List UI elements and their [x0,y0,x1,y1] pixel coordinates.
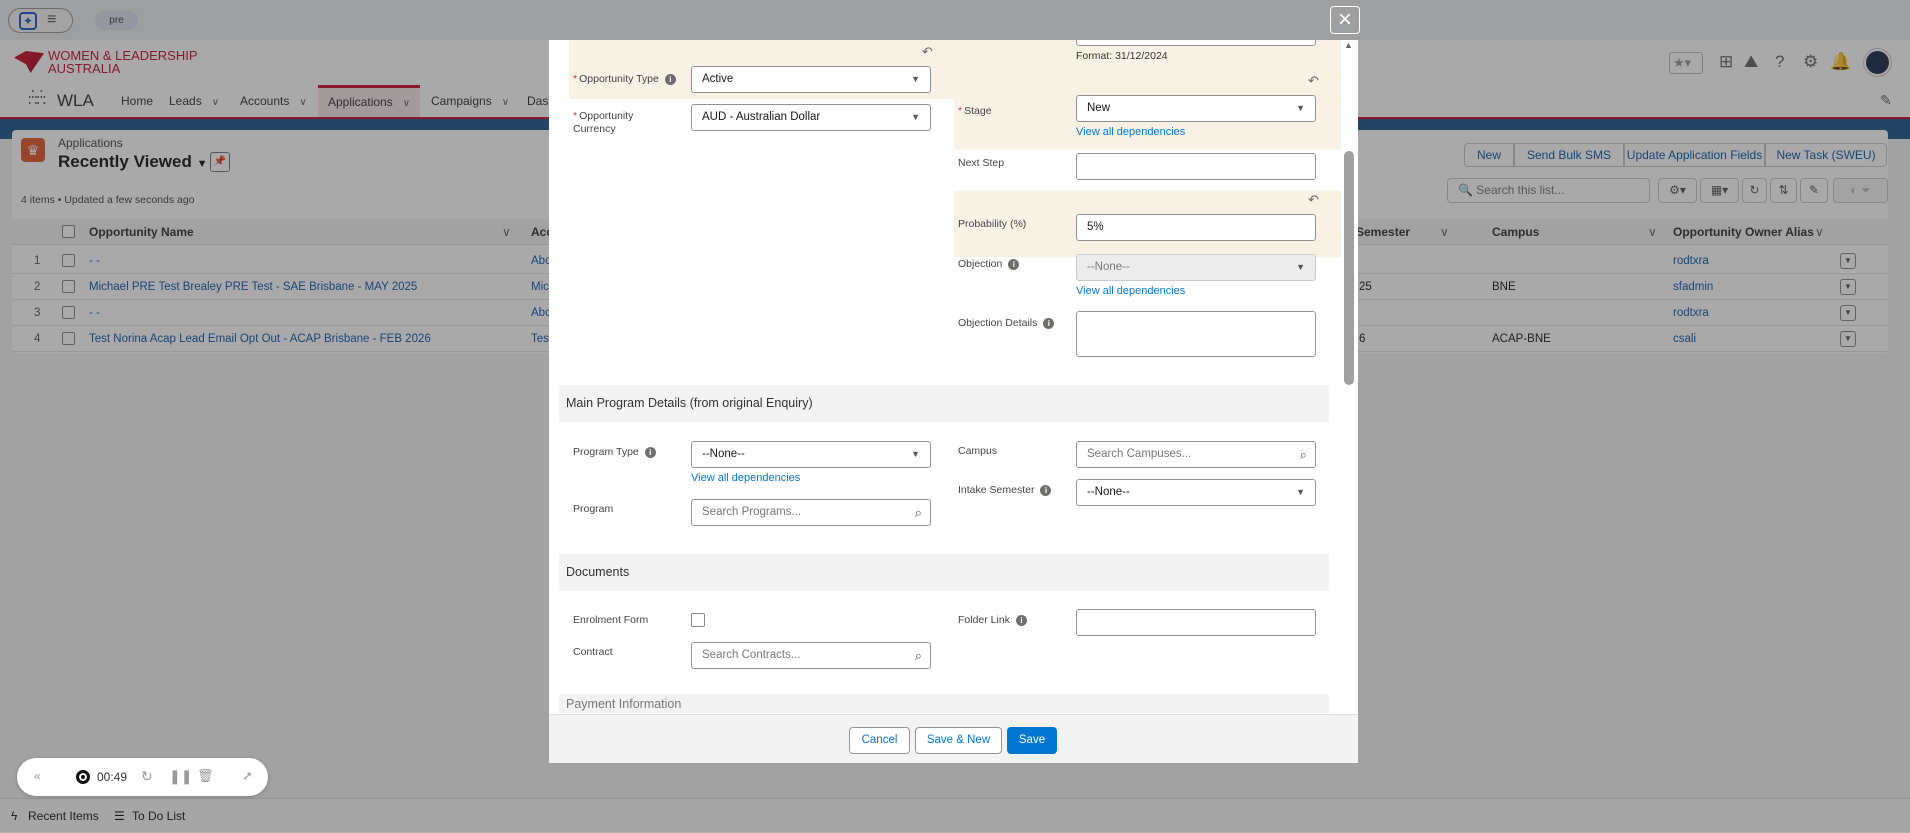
select-value: --None-- [702,448,745,460]
info-icon[interactable]: i [1043,317,1055,329]
undo-icon[interactable]: ↶ [922,44,933,60]
info-icon[interactable]: i [1015,614,1027,626]
save-and-new-button[interactable]: Save & New [915,727,1002,754]
label-text: Program Type [573,446,639,458]
screen-recorder-widget: « 00:49 ↻ ❚❚ 🗑 ➚ [17,758,268,796]
label-text: Opportunity Currency [573,110,634,135]
objection-details-textarea[interactable] [1076,311,1316,357]
delete-trash-icon[interactable]: 🗑 [197,768,214,784]
date-input[interactable] [1076,40,1316,46]
caret-down-icon: ▼ [1296,103,1305,113]
select-value: Active [702,73,734,85]
stage-select[interactable]: New ▼ [1076,95,1316,122]
select-value: New [1087,102,1111,114]
next-step-input[interactable] [1076,153,1316,180]
intake-semester-label: Intake Semester i [958,484,1052,497]
opportunity-type-select[interactable]: Active ▼ [691,66,931,93]
label-text: Objection [958,258,1003,270]
select-value: --None-- [1087,486,1130,498]
program-type-select[interactable]: --None-- ▼ [691,441,931,468]
opportunity-currency-label: * Opportunity Currency [573,110,634,135]
placeholder: Search Contracts... [702,649,801,661]
program-lookup-input[interactable]: Search Programs... ⌕ [691,499,931,526]
search-icon: ⌕ [914,648,922,663]
caret-down-icon: ▼ [911,74,920,84]
opportunity-currency-select[interactable]: AUD - Australian Dollar ▼ [691,104,931,131]
scroll-up-icon[interactable]: ▲ [1344,40,1353,50]
label-text: Intake Semester [958,484,1035,496]
objection-details-label: Objection Details i [958,317,1055,330]
section-title: Payment Information [566,697,682,711]
contract-lookup-input[interactable]: Search Contracts... ⌕ [691,642,931,669]
program-type-label: Program Type i [573,446,656,459]
caret-down-icon: ▼ [911,112,920,122]
label-text: Opportunity Type [579,73,659,85]
modal-scrollbar[interactable]: ▲ [1341,40,1357,714]
probability-input[interactable]: 5% [1076,214,1316,241]
info-icon[interactable]: i [1040,484,1052,496]
edit-application-modal: Format: 31/12/2024 ↶ ↶ ↶ * Opportunity Ty… [549,40,1358,763]
placeholder: Search Campuses... [1087,448,1192,460]
caret-down-icon: ▼ [1296,487,1305,497]
objection-select: --None-- ▼ [1076,254,1316,281]
restart-icon[interactable]: ↻ [141,768,153,785]
undo-icon[interactable]: ↶ [1308,73,1319,89]
close-modal-button[interactable]: × [1330,6,1360,34]
save-button[interactable]: Save [1007,727,1057,754]
enrolment-form-checkbox[interactable] [691,613,705,627]
info-icon[interactable]: i [664,73,676,85]
section-main-program[interactable]: Main Program Details (from original Enqu… [559,385,1329,422]
intake-semester-select[interactable]: --None-- ▼ [1076,479,1316,506]
label-text: Objection Details [958,317,1038,329]
objection-label: Objection i [958,258,1020,271]
pause-icon[interactable]: ❚❚ [169,768,192,785]
label-text: Stage [964,105,992,117]
objection-view-dependencies-link[interactable]: View all dependencies [1076,285,1185,297]
folder-link-input[interactable] [1076,609,1316,636]
pointer-cursor-icon[interactable]: ➚ [242,768,253,784]
modal-footer: Cancel Save & New Save [549,714,1358,763]
opportunity-type-label: * Opportunity Type i [573,73,676,86]
search-icon: ⌕ [914,505,922,520]
caret-down-icon: ▼ [911,449,920,459]
next-step-label: Next Step [958,157,1005,169]
contract-label: Contract [573,646,613,658]
section-payment[interactable]: Payment Information [559,694,1329,713]
scrollbar-thumb[interactable] [1344,151,1354,385]
select-value: --None-- [1087,261,1130,273]
campus-label: Campus [958,445,998,457]
section-documents[interactable]: Documents [559,554,1329,591]
info-icon[interactable]: i [644,446,656,458]
recording-timer: 00:49 [97,770,128,784]
search-icon: ⌕ [1299,447,1307,462]
stop-recording-icon[interactable] [76,770,90,784]
select-value: AUD - Australian Dollar [702,111,821,123]
program-label: Program [573,503,614,515]
info-icon[interactable]: i [1008,258,1020,270]
enrolment-form-label: Enrolment Form [573,614,649,626]
program-type-view-dependencies-link[interactable]: View all dependencies [691,472,800,484]
caret-down-icon: ▼ [1296,262,1305,272]
probability-label: Probability (%) [958,218,1027,230]
placeholder: Search Programs... [702,506,802,518]
folder-link-label: Folder Link i [958,614,1027,627]
undo-icon[interactable]: ↶ [1308,192,1319,208]
campus-lookup-input[interactable]: Search Campuses... ⌕ [1076,441,1316,468]
label-text: Folder Link [958,614,1010,626]
cancel-button[interactable]: Cancel [849,727,910,754]
date-format-hint: Format: 31/12/2024 [1076,50,1168,62]
stage-label: * Stage [958,105,992,117]
collapse-chevrons-icon[interactable]: « [34,769,41,783]
stage-view-dependencies-link[interactable]: View all dependencies [1076,126,1185,138]
